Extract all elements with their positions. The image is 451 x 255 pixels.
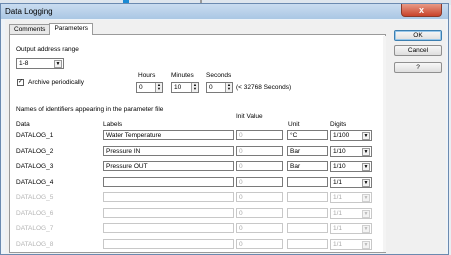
title-bar[interactable]: Data Logging x	[1, 4, 448, 19]
row-data-name: DATALOG_3	[16, 163, 54, 170]
row-unit-input[interactable]	[287, 223, 328, 233]
spin-arrows-icon[interactable]: ▲ ▼	[225, 83, 232, 92]
chevron-down-icon: ▼	[362, 147, 370, 156]
data-logging-dialog: Data Logging x Comments Parameters Outpu…	[0, 3, 449, 255]
row-data-name: DATALOG_4	[16, 178, 54, 186]
row-digits-select[interactable]: 1/1 ▼	[330, 192, 372, 203]
row-label-input[interactable]	[103, 223, 234, 233]
minutes-value: 10	[174, 84, 182, 91]
header-unit: Unit	[288, 121, 300, 128]
archive-checkbox[interactable]: ✓	[17, 79, 24, 86]
chevron-down-icon: ▼	[362, 163, 370, 171]
row-data-name: DATALOG_7	[16, 225, 54, 232]
close-button[interactable]: x	[401, 4, 442, 17]
row-digits-value: 1/1	[333, 209, 343, 217]
row-label-input[interactable]: Pressure IN	[103, 145, 234, 156]
row-data-name: DATALOG_2	[16, 147, 54, 155]
row-label-input[interactable]	[103, 192, 234, 202]
dialog-client-area: Comments Parameters Output address range…	[5, 20, 446, 254]
seconds-limit-note: (< 32768 Seconds)	[236, 84, 292, 91]
archive-label: Archive periodically	[28, 79, 84, 86]
row-data-name: DATALOG_1	[16, 132, 54, 139]
header-labels: Labels	[103, 121, 123, 128]
row-digits-select[interactable]: 1/10 ▼	[330, 145, 372, 157]
row-label-input[interactable]	[103, 238, 234, 249]
row-digits-value: 1/10	[333, 147, 346, 155]
row-unit-input[interactable]	[287, 207, 328, 218]
tab-parameters[interactable]: Parameters	[49, 23, 94, 35]
chevron-down-icon: ▼	[54, 60, 62, 68]
row-digits-value: 1/1	[333, 240, 343, 248]
chevron-down-icon: ▼	[362, 225, 370, 233]
spin-arrows-icon[interactable]: ▲ ▼	[191, 83, 198, 92]
row-init-value-input[interactable]: 0	[236, 130, 283, 140]
row-init-value-input[interactable]: 0	[236, 207, 283, 218]
chevron-down-icon: ▼	[362, 240, 370, 249]
header-data: Data	[16, 121, 30, 128]
row-digits-value: 1/1	[333, 178, 343, 186]
cancel-button[interactable]: Cancel	[394, 45, 442, 56]
row-label-input[interactable]	[103, 176, 234, 187]
row-digits-select[interactable]: 1/10 ▼	[330, 161, 372, 172]
chevron-down-icon: ▼	[362, 178, 370, 187]
row-digits-select[interactable]: 1/1 ▼	[330, 207, 372, 219]
row-init-value-input[interactable]: 0	[236, 238, 283, 249]
row-label-input[interactable]: Pressure OUT	[103, 161, 234, 171]
chevron-down-icon: ▼	[362, 209, 370, 218]
window-title: Data Logging	[5, 7, 53, 16]
ok-button[interactable]: OK	[394, 30, 442, 41]
row-init-value-input[interactable]: 0	[236, 145, 283, 156]
hours-label: Hours	[138, 72, 156, 79]
row-unit-input[interactable]: Bar	[287, 145, 328, 156]
row-unit-input[interactable]: °C	[287, 130, 328, 140]
row-unit-input[interactable]	[287, 176, 328, 187]
row-digits-value: 1/1	[333, 194, 343, 201]
output-range-select[interactable]: 1-8 ▼	[16, 58, 64, 69]
hours-value: 0	[139, 84, 143, 91]
row-data-name: DATALOG_6	[16, 209, 54, 217]
row-digits-value: 1/10	[333, 163, 346, 170]
row-init-value-input[interactable]: 0	[236, 223, 283, 233]
seconds-label: Seconds	[206, 72, 232, 79]
row-label-input[interactable]: Water Temperature	[103, 130, 234, 140]
panel-edge	[383, 36, 386, 252]
hours-spinner[interactable]: 0 ▲ ▼	[136, 82, 163, 93]
row-digits-select[interactable]: 1/1 ▼	[330, 223, 372, 234]
row-unit-input[interactable]: Bar	[287, 161, 328, 171]
row-digits-select[interactable]: 1/1 ▼	[330, 238, 372, 250]
row-digits-select[interactable]: 1/100 ▼	[330, 130, 372, 141]
spin-arrows-icon[interactable]: ▲ ▼	[155, 83, 162, 92]
identifiers-caption: Names of identifiers appearing in the pa…	[16, 106, 164, 113]
row-unit-input[interactable]	[287, 238, 328, 249]
chevron-down-icon: ▼	[362, 132, 370, 140]
row-data-name: DATALOG_8	[16, 240, 54, 248]
row-label-input[interactable]	[103, 207, 234, 218]
row-digits-select[interactable]: 1/1 ▼	[330, 176, 372, 188]
row-digits-value: 1/100	[333, 132, 350, 139]
output-range-value: 1-8	[19, 60, 29, 67]
row-init-value-input[interactable]: 0	[236, 176, 283, 187]
row-data-name: DATALOG_5	[16, 194, 54, 201]
row-init-value-input[interactable]: 0	[236, 192, 283, 202]
header-init-value: Init Value	[236, 113, 263, 120]
seconds-value: 0	[209, 84, 213, 91]
output-range-label: Output address range	[16, 46, 79, 53]
seconds-spinner[interactable]: 0 ▲ ▼	[206, 82, 233, 93]
chevron-down-icon: ▼	[362, 194, 370, 202]
row-init-value-input[interactable]: 0	[236, 161, 283, 171]
minutes-label: Minutes	[171, 72, 194, 79]
minutes-spinner[interactable]: 10 ▲ ▼	[171, 82, 199, 93]
header-digits: Digits	[330, 121, 347, 128]
row-digits-value: 1/1	[333, 225, 343, 232]
parameters-panel: Output address range 1-8 ▼ ✓ Archive per…	[9, 34, 386, 253]
help-button[interactable]: ?	[394, 62, 442, 73]
row-unit-input[interactable]	[287, 192, 328, 202]
